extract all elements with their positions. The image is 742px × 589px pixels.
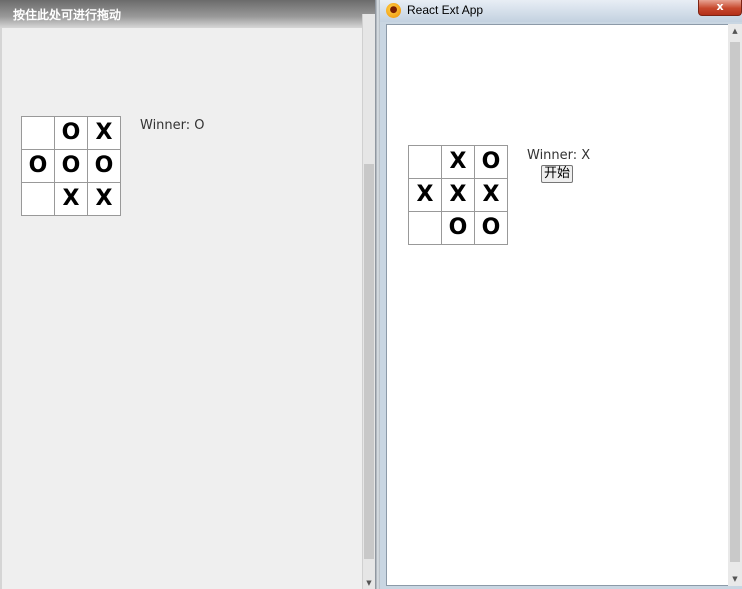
close-button[interactable]: x [698, 0, 742, 16]
app-content: X O X X X O O Winner: X 开始 [386, 24, 729, 586]
app-logo-icon: ● [386, 3, 401, 18]
board-square[interactable]: O [475, 212, 508, 245]
left-scrollbar[interactable]: ▼ [362, 14, 376, 589]
start-button[interactable]: 开始 [541, 165, 574, 183]
board-square[interactable]: O [442, 212, 475, 245]
react-ext-app-window: ● React Ext App x X O X X X O O Winner: … [380, 0, 742, 589]
left-edge [0, 28, 2, 589]
drag-hint-label: 按住此处可进行拖动 [13, 8, 122, 22]
board-square[interactable]: O [475, 146, 508, 179]
board-square[interactable]: X [442, 146, 475, 179]
board-square[interactable] [22, 183, 55, 216]
left-panel: 按住此处可进行拖动 O X O O O X X Winner: O ▼ [0, 0, 376, 589]
left-winner-status: Winner: O [140, 118, 205, 133]
left-scroll-thumb[interactable] [364, 164, 374, 559]
board-square[interactable]: X [475, 179, 508, 212]
title-bar[interactable]: ● React Ext App x [380, 0, 742, 22]
board-square[interactable]: O [22, 150, 55, 183]
board-square[interactable]: X [88, 183, 121, 216]
board-square[interactable]: O [55, 117, 88, 150]
board-square[interactable] [409, 146, 442, 179]
scroll-down-arrow-icon[interactable]: ▼ [364, 578, 374, 588]
right-game-board: X O X X X O O [408, 145, 508, 245]
board-square[interactable]: X [442, 179, 475, 212]
right-winner-status: Winner: X [527, 148, 591, 163]
board-square[interactable] [22, 117, 55, 150]
scroll-up-arrow-icon[interactable]: ▲ [728, 24, 742, 38]
board-square[interactable]: X [409, 179, 442, 212]
left-game-board: O X O O O X X [21, 116, 121, 216]
right-scroll-thumb[interactable] [730, 42, 740, 562]
right-scrollbar[interactable]: ▲ ▼ [728, 24, 742, 586]
window-title: React Ext App [407, 3, 484, 17]
board-square[interactable]: O [55, 150, 88, 183]
board-square[interactable]: X [55, 183, 88, 216]
drag-handle-bar[interactable]: 按住此处可进行拖动 [0, 0, 375, 28]
scroll-down-arrow-icon[interactable]: ▼ [728, 572, 742, 586]
board-square[interactable]: O [88, 150, 121, 183]
board-square[interactable]: X [88, 117, 121, 150]
board-square[interactable] [409, 212, 442, 245]
